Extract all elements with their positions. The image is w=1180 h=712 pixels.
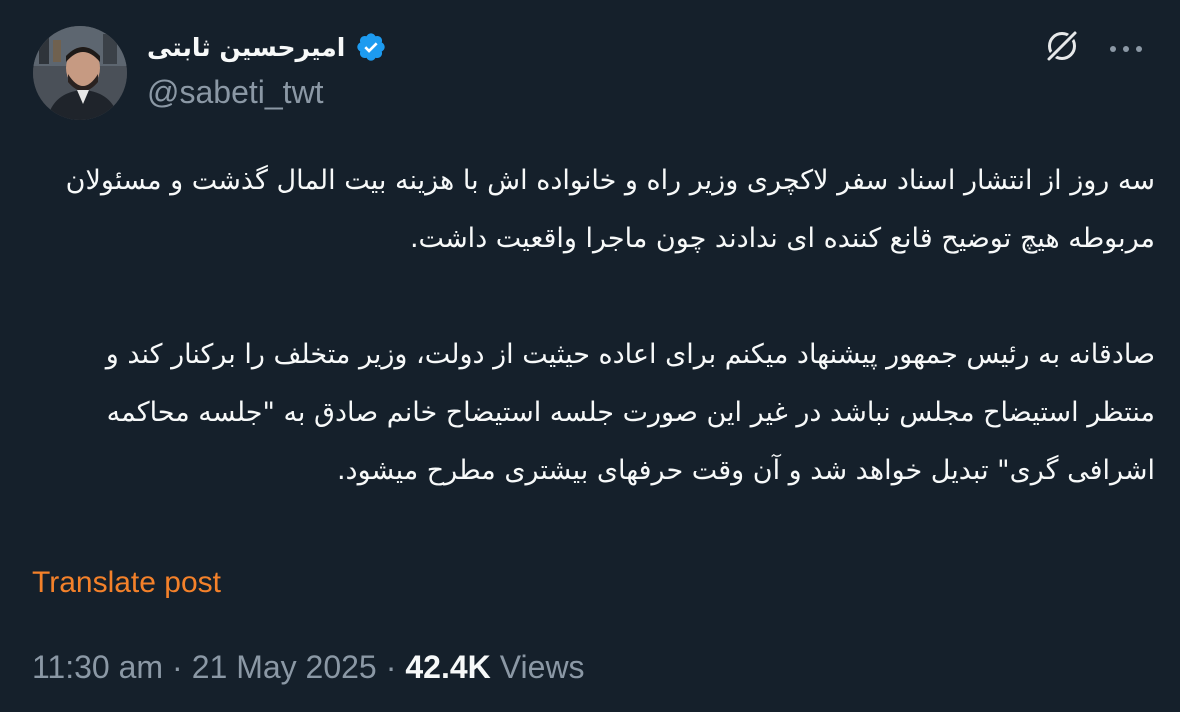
meta-separator: · [385,649,397,685]
tweet-time[interactable]: 11:30 am [32,649,163,686]
author-handle[interactable]: @sabeti_twt [147,74,324,111]
tweet-paragraph: صادقانه به رئیس جمهور پیشنهاد میکنم برای… [97,339,1155,486]
tweet-date[interactable]: 21 May 2025 [192,649,377,686]
author-name[interactable]: امیرحسین ثابتی [147,33,345,62]
views-count[interactable]: 42.4K [405,649,490,686]
tweet-text: سه روز از انتشار اسناد سفر لاکچری وزیر ر… [30,152,1155,500]
author-name-row[interactable]: امیرحسین ثابتی [147,26,387,68]
tweet: امیرحسین ثابتی @sabeti_twt سه روز از انت… [0,0,1180,712]
tweet-meta: 11:30 am · 21 May 2025 · 42.4K Views [32,649,585,686]
avatar[interactable] [33,26,127,120]
grok-icon [1045,29,1079,67]
more-icon [1108,39,1144,58]
avatar-image [33,26,127,120]
views-label[interactable]: Views [500,649,585,686]
more-options-button[interactable] [1104,30,1148,66]
translate-post-link[interactable]: Translate post [32,566,221,600]
verified-badge-icon [355,31,387,63]
tweet-paragraph: سه روز از انتشار اسناد سفر لاکچری وزیر ر… [57,165,1155,254]
grok-button[interactable] [1041,27,1083,69]
meta-separator: · [172,649,183,685]
